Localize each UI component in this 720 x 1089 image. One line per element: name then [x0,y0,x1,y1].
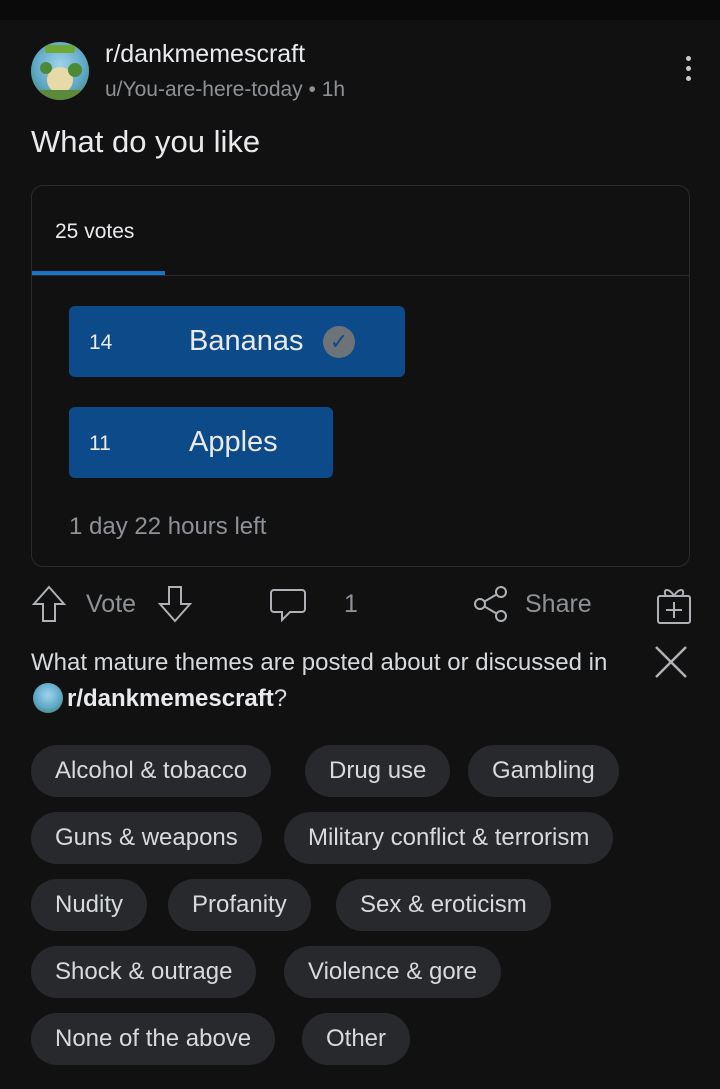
poll-option-count: 11 [89,432,111,455]
chip-sex-eroticism[interactable]: Sex & eroticism [336,879,551,931]
chip-military-conflict[interactable]: Military conflict & terrorism [284,812,614,864]
more-options-icon[interactable] [676,56,700,90]
avatar-image-icon [31,45,89,100]
upvote-arrow-icon [31,585,67,622]
poll-option-label: Bananas [189,325,304,357]
poll-option-label: Apples [189,426,278,458]
poll-time-left: 1 day 22 hours left [69,513,267,540]
share-label: Share [525,590,592,618]
status-strip [0,0,720,20]
close-x-icon [655,646,687,678]
chip-other[interactable]: Other [302,1013,411,1065]
question-subreddit[interactable]: r/dankmemescraft [67,685,274,712]
chip-profanity[interactable]: Profanity [168,879,311,931]
chip-nudity[interactable]: Nudity [31,879,148,931]
share-icon [474,586,507,622]
tab-indicator [32,271,165,275]
comment-count: 1 [344,590,358,618]
close-icon[interactable] [652,643,690,681]
comment-bubble-icon [270,589,306,623]
downvote-button[interactable] [157,584,193,624]
share-button[interactable] [472,584,510,624]
comments-button[interactable] [268,584,308,624]
chip-drug-use[interactable]: Drug use [305,745,451,797]
mature-themes-question: What mature themes are posted about or d… [31,645,631,717]
chip-alcohol-tobacco[interactable]: Alcohol & tobacco [31,745,272,797]
checkmark-icon: ✓ [323,326,355,358]
chip-guns-weapons[interactable]: Guns & weapons [31,812,262,864]
upvote-button[interactable] [31,584,67,624]
vote-label: Vote [86,590,137,618]
chip-gambling[interactable]: Gambling [468,745,619,797]
poll-option-bananas[interactable]: 14 Bananas ✓ [69,306,405,377]
question-mark: ? [273,685,288,712]
chip-none-of-the-above[interactable]: None of the above [31,1013,276,1065]
poll-card: 25 votes 14 Bananas ✓ 11 Apples 1 day 22… [31,185,690,567]
poll-option-apples[interactable]: 11 Apples [69,407,333,478]
subreddit-avatar-small [33,683,63,713]
post-title: What do you like [31,124,261,159]
question-text: What mature themes are posted about or d… [31,649,608,676]
chip-shock-outrage[interactable]: Shock & outrage [31,946,257,998]
action-bar: Vote 1 Share [0,580,720,630]
subreddit-name[interactable]: r/dankmemescraft [105,40,305,69]
subreddit-avatar[interactable] [31,42,89,100]
poll-option-count: 14 [89,331,113,354]
downvote-arrow-icon [157,586,193,623]
chip-violence-gore[interactable]: Violence & gore [284,946,502,998]
poll-votes-tab[interactable]: 25 votes [55,220,134,244]
post-meta: u/You-are-here-today • 1h [105,78,346,101]
award-button[interactable] [655,584,693,626]
divider [32,275,689,276]
gift-award-icon [657,589,691,624]
